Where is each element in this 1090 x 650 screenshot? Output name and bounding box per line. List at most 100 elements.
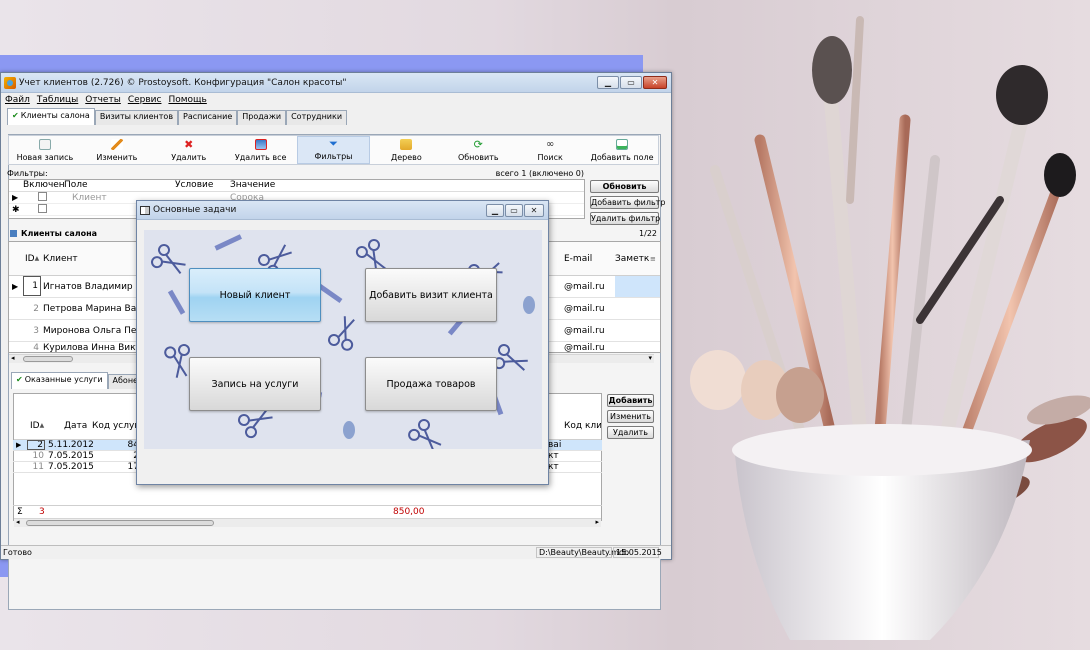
dialog-close-button[interactable]: ✕	[524, 203, 544, 217]
col-field: Поле	[64, 180, 88, 190]
edit-label: Изменить	[96, 153, 138, 162]
filters-header: Включен Поле Условие Значение	[9, 180, 584, 192]
filters-button[interactable]: ⏷ Фильтры	[296, 136, 371, 164]
service-code: 84	[127, 440, 139, 450]
sort-asc-icon: ▲	[39, 422, 45, 429]
main-tasks-dialog: Основные задачи ▁ ▭ ✕ Новый клиент Добав…	[136, 200, 549, 485]
status-text: Готово	[3, 548, 32, 557]
delete-all-icon	[254, 139, 267, 150]
tab-sales[interactable]: Продажи	[237, 110, 287, 125]
dialog-minimize-button[interactable]: ▁	[486, 203, 504, 217]
menu-reports[interactable]: Отчеты	[85, 95, 121, 105]
filter-enabled-checkbox[interactable]	[38, 191, 47, 201]
tab-services-label: Оказанные услуги	[24, 375, 103, 384]
tab-clients-label: Клиенты салона	[20, 111, 90, 120]
new-record-label: Новая запись	[16, 153, 74, 162]
tab-schedule[interactable]: Расписание	[178, 110, 238, 125]
delete-button[interactable]: ✖ Удалить	[153, 136, 225, 164]
client-name: Миронова Ольга Петр	[43, 325, 143, 336]
tab-visits[interactable]: Визиты клиентов	[94, 110, 179, 125]
col-client-code[interactable]: Код клие	[564, 412, 601, 439]
client-name: Игнатов Владимир Иг	[43, 281, 143, 292]
search-label: Поиск	[537, 153, 563, 162]
filters-label: Фильтры	[314, 152, 353, 161]
minimize-button[interactable]: ▁	[597, 76, 619, 89]
service-date: 7.05.2015	[48, 451, 94, 461]
menu-help[interactable]: Помощь	[168, 95, 206, 105]
col-note[interactable]: Заметк	[615, 242, 655, 275]
refresh-button[interactable]: ⟳ Обновить	[442, 136, 514, 164]
menu-service[interactable]: Сервис	[128, 95, 162, 105]
col-email[interactable]: E-mail	[564, 242, 614, 275]
refresh-filter-button[interactable]: Обновить	[590, 180, 659, 193]
col-date[interactable]: Дата	[64, 412, 94, 439]
scroll-thumb[interactable]	[23, 356, 73, 362]
scroll-left-icon[interactable]: ◂	[16, 518, 20, 526]
delete-all-button[interactable]: Удалить все	[225, 136, 297, 164]
close-button[interactable]: ✕	[643, 76, 667, 89]
services-summary: Σ 3 850,00	[13, 505, 602, 517]
remove-filter-button[interactable]: Удалить фильтр	[590, 212, 660, 225]
col-service-id[interactable]: ID ▲	[30, 412, 50, 439]
dialog-title: Основные задачи	[153, 205, 237, 215]
service-date: 5.11.2012	[48, 440, 94, 450]
client-name: Петрова Марина Вал	[43, 303, 142, 314]
edit-service-button[interactable]: Изменить	[607, 410, 654, 423]
services-hscrollbar[interactable]: ◂ ▸	[14, 518, 601, 527]
refresh-label: Обновить	[457, 153, 499, 162]
client-email: @mail.ru	[564, 303, 605, 314]
filters-label-text: Фильтры:	[7, 169, 48, 178]
dialog-icon	[140, 205, 150, 215]
add-service-button[interactable]: Добавить	[607, 394, 654, 407]
asterisk-icon: ✱	[12, 204, 20, 215]
maximize-button[interactable]: ▭	[620, 76, 642, 89]
book-services-button[interactable]: Запись на услуги	[189, 357, 321, 411]
scroll-thumb[interactable]	[26, 520, 214, 526]
add-filter-button[interactable]: Добавить фильтр	[590, 196, 665, 209]
dialog-maximize-button[interactable]: ▭	[505, 203, 523, 217]
tree-icon	[400, 139, 413, 150]
scroll-right-icon[interactable]: ▸	[595, 518, 599, 526]
tab-clients[interactable]: ✔ Клиенты салона	[7, 108, 95, 125]
service-tail: кт	[548, 451, 559, 461]
edit-button[interactable]: Изменить	[81, 136, 153, 164]
scissors-comb-pattern	[144, 230, 542, 449]
client-id: 3	[33, 325, 39, 336]
new-filter-checkbox[interactable]	[38, 203, 47, 213]
tab-employees[interactable]: Сотрудники	[286, 110, 348, 125]
menu-tables[interactable]: Таблицы	[37, 95, 78, 105]
tab-services[interactable]: ✔ Оказанные услуги	[11, 372, 108, 389]
filters-count: всего 1 (включено 0)	[495, 169, 584, 178]
clients-section-title: Клиенты салона	[21, 229, 98, 238]
client-email: @mail.ru	[564, 342, 605, 353]
sum-count: 3	[39, 506, 45, 517]
client-id: 1	[23, 276, 41, 296]
client-name: Курилова Инна Викто	[43, 342, 143, 353]
tree-label: Дерево	[391, 153, 422, 162]
status-bar: Готово D:\Beauty\Beauty.mdb 15.05.2015	[1, 545, 671, 559]
col-client[interactable]: Клиент	[43, 242, 143, 275]
service-id: 11	[32, 462, 44, 472]
menu-file[interactable]: Файл	[5, 95, 30, 105]
client-note	[615, 276, 660, 297]
delete-all-label: Удалить все	[234, 153, 287, 162]
scroll-left-icon[interactable]: ◂	[11, 354, 15, 362]
col-value: Значение	[230, 180, 276, 190]
add-field-button[interactable]: Добавить поле	[586, 136, 658, 164]
search-button[interactable]: ∞ Поиск	[514, 136, 586, 164]
column-menu-icon[interactable]: ≡	[650, 242, 660, 275]
row-pointer-icon: ▶	[12, 193, 19, 202]
window-title: Учет клиентов (2.726) © Prostoysoft. Кон…	[19, 77, 347, 88]
tree-button[interactable]: Дерево	[370, 136, 442, 164]
new-client-button[interactable]: Новый клиент	[189, 268, 321, 322]
check-icon: ✔	[16, 375, 23, 384]
new-record-button[interactable]: Новая запись	[9, 136, 81, 164]
add-visit-button[interactable]: Добавить визит клиента	[365, 268, 497, 322]
sell-goods-button[interactable]: Продажа товаров	[365, 357, 497, 411]
section-icon	[10, 230, 17, 237]
scroll-down-icon[interactable]: ▾	[648, 354, 652, 362]
dialog-titlebar: Основные задачи ▁ ▭ ✕	[137, 201, 548, 220]
clients-count: 1/22	[639, 229, 657, 238]
refresh-icon: ⟳	[473, 138, 483, 151]
delete-service-button[interactable]: Удалить	[607, 426, 654, 439]
